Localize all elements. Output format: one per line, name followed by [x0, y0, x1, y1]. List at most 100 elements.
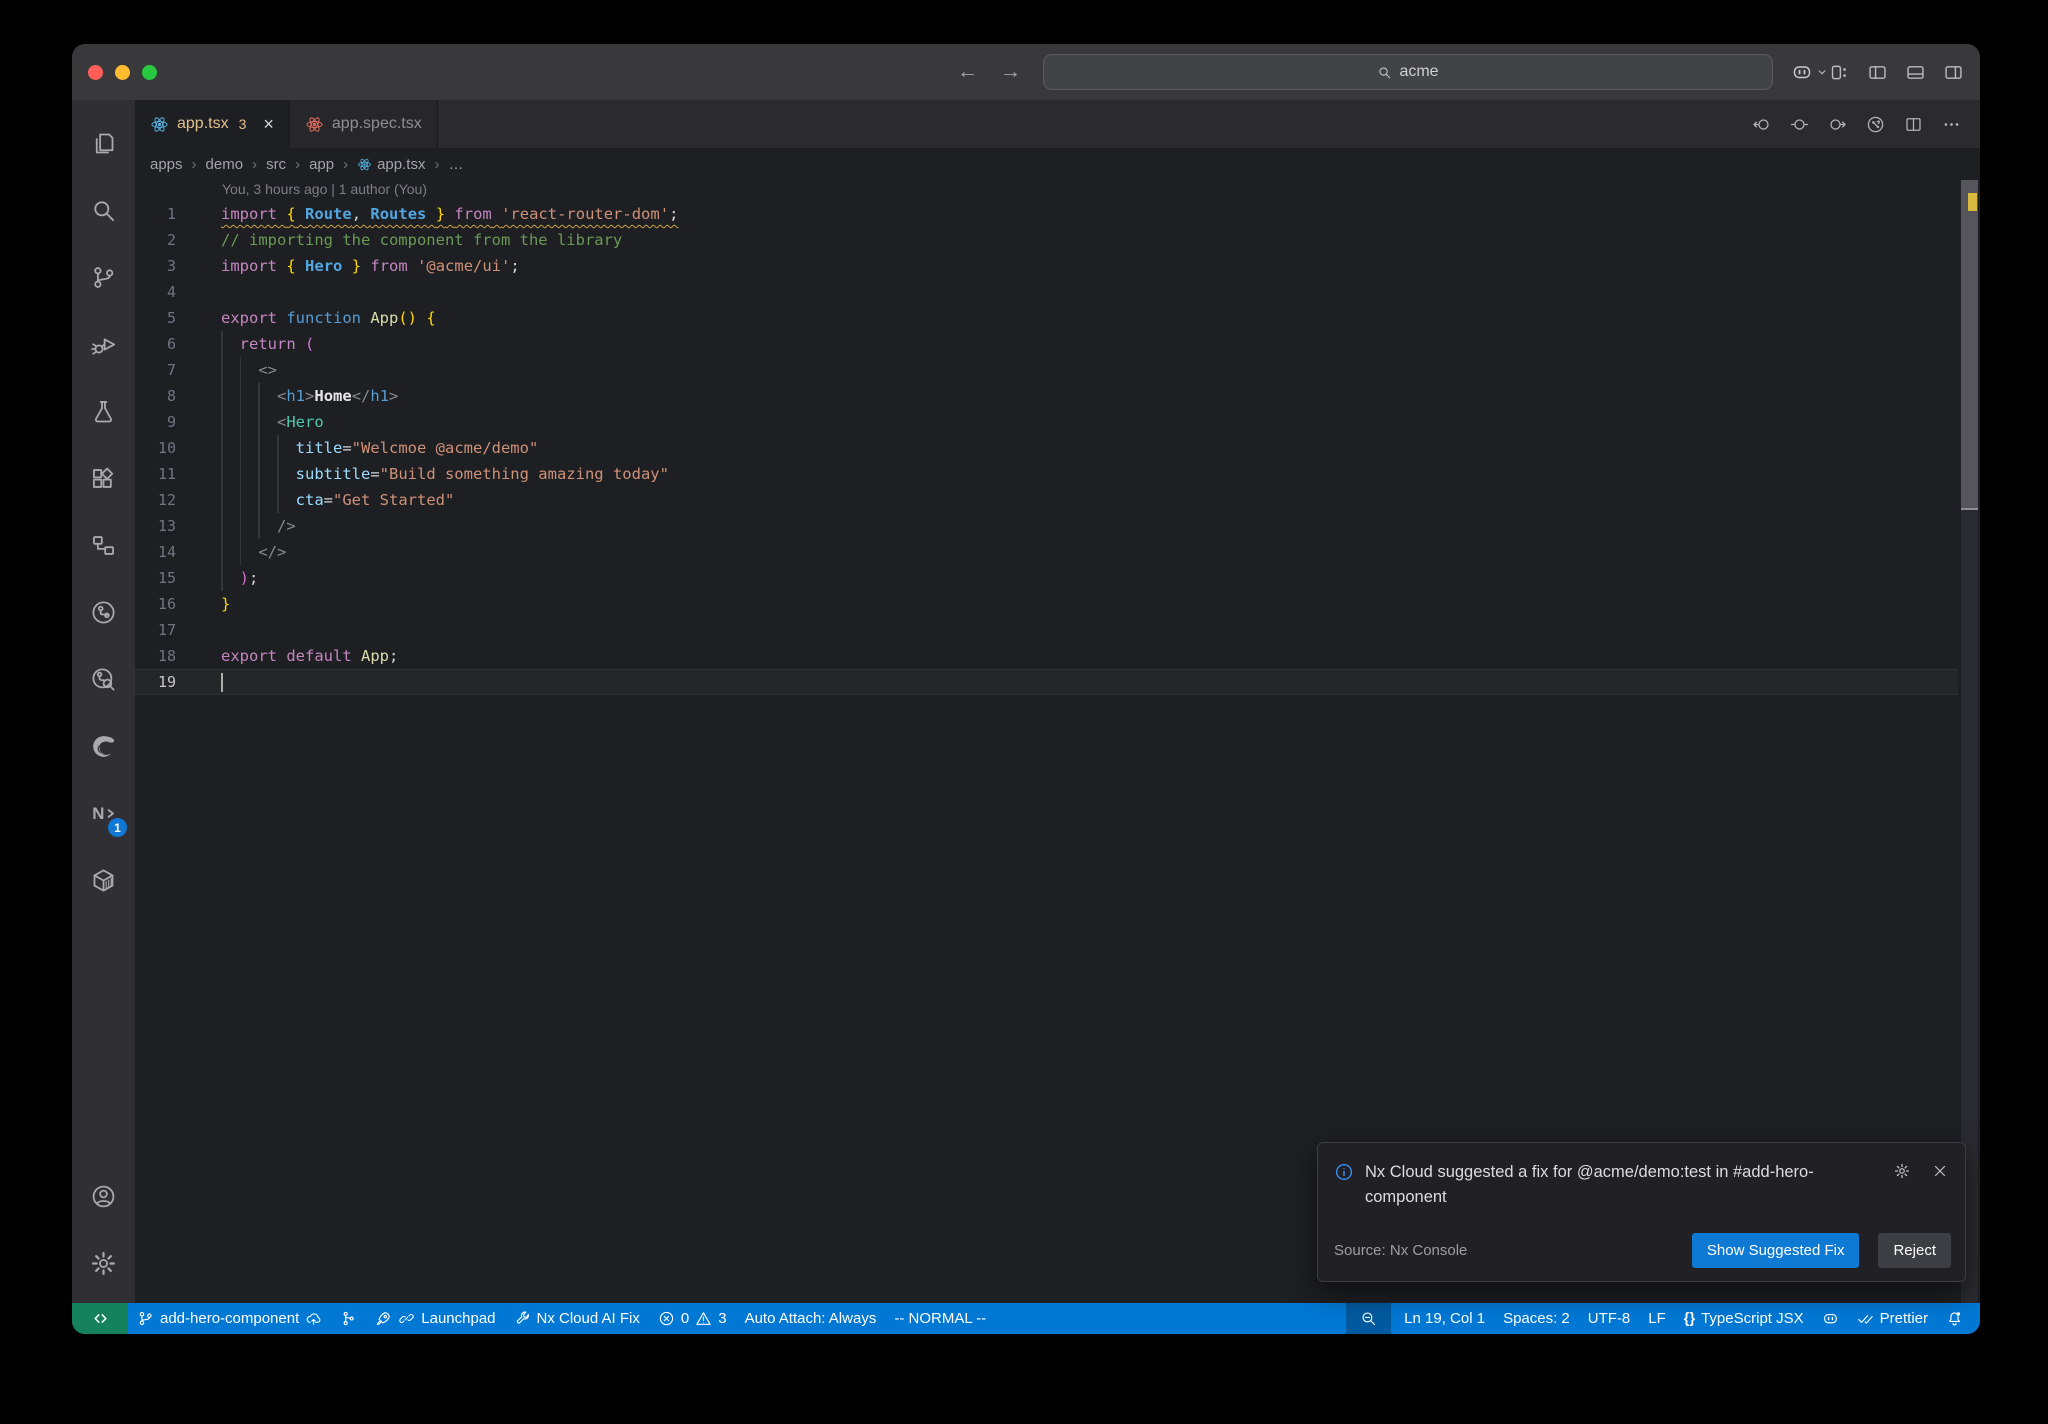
tab-app.spec.tsx[interactable]: app.spec.tsx [289, 100, 438, 148]
commit-graph-circle-icon[interactable] [1866, 115, 1885, 134]
search-icon [1377, 65, 1392, 80]
toggle-secondary-sidebar-icon[interactable] [1943, 62, 1964, 83]
copilot-icon [1791, 61, 1813, 83]
status-label: Nx Cloud AI Fix [536, 1310, 640, 1327]
status-auto-attach[interactable]: Auto Attach: Always [736, 1303, 886, 1334]
tab-close-icon[interactable]: × [263, 114, 274, 135]
run-debug-icon [90, 331, 117, 358]
code-line-11: 11 subtitle="Build something amazing tod… [135, 461, 1958, 487]
sidebar-item-gitlens-inspect[interactable] [72, 646, 135, 713]
activity-bar: 1 [72, 100, 135, 1303]
show-suggested-fix-button[interactable]: Show Suggested Fix [1691, 1233, 1860, 1268]
code-line-content: /> [277, 517, 296, 535]
nav-dot-circle-icon[interactable] [1790, 115, 1809, 134]
copilot-icon [1822, 1310, 1839, 1327]
status-zoom-indicator[interactable] [1346, 1303, 1392, 1334]
notification-close-icon[interactable] [1931, 1162, 1949, 1180]
testing-icon [90, 398, 117, 425]
zoom-button[interactable] [142, 64, 157, 80]
code-line-14: 14 </> [135, 539, 1958, 565]
status-problems[interactable]: 03 [649, 1303, 736, 1334]
sidebar-item-explorer[interactable] [72, 110, 135, 177]
nav-back-arrow[interactable]: ← [957, 60, 978, 84]
sidebar-item-extensions[interactable] [72, 445, 135, 512]
warning-icon [695, 1310, 712, 1327]
scrollbar-thumb[interactable] [1961, 180, 1978, 508]
sidebar-item-run-and-debug[interactable] [72, 311, 135, 378]
notification-settings-gear-icon[interactable] [1893, 1162, 1911, 1180]
split-editor-icon[interactable] [1904, 115, 1923, 134]
files-icon [90, 130, 117, 157]
status-cursor-position[interactable]: Ln 19, Col 1 [1395, 1303, 1494, 1334]
status-language-mode[interactable]: {} TypeScript JSX [1675, 1303, 1813, 1334]
editor-scrollbar[interactable] [1961, 180, 1978, 1303]
close-button[interactable] [88, 64, 103, 80]
line-number: 13 [157, 517, 176, 535]
line-number: 1 [166, 205, 176, 223]
copilot-menu[interactable] [1791, 61, 1829, 83]
status-copilot-status[interactable] [1813, 1303, 1848, 1334]
line-number: 10 [157, 439, 176, 457]
status-label: Launchpad [421, 1310, 496, 1327]
status-label: Ln 19, Col 1 [1404, 1310, 1486, 1327]
code-line-content: } [221, 595, 231, 613]
sidebar-item-source-control[interactable] [72, 244, 135, 311]
toggle-sidebar-icon[interactable] [1867, 62, 1888, 83]
more-actions-icon[interactable] [1942, 115, 1961, 134]
status-indentation[interactable]: Spaces: 2 [1494, 1303, 1579, 1334]
reject-button[interactable]: Reject [1878, 1233, 1951, 1268]
warning-overview-marker [1968, 193, 1977, 211]
status-bar: add-hero-component Launchpad Nx Cloud AI F… [72, 1303, 1980, 1334]
status-eol[interactable]: LF [1639, 1303, 1675, 1334]
nav-forward-arrow[interactable]: → [1000, 60, 1021, 84]
line-number: 4 [166, 283, 176, 301]
line-number: 9 [166, 413, 176, 431]
breadcrumb-separator: › [295, 155, 301, 173]
command-center-search[interactable]: acme [1043, 54, 1773, 90]
status-formatter-prettier[interactable]: Prettier [1848, 1303, 1937, 1334]
remote-indicator[interactable] [72, 1303, 128, 1334]
sidebar-item-gitlens[interactable] [72, 579, 135, 646]
code-line-12: 12 cta="Get Started" [135, 487, 1958, 513]
tab-label: app.tsx [177, 115, 229, 132]
line-number: 14 [157, 543, 176, 561]
wrench-icon [514, 1310, 531, 1327]
breadcrumb-item-app.tsx[interactable]: app.tsx [357, 156, 425, 173]
tab-problems-badge: 3 [238, 116, 247, 132]
sidebar-item-search[interactable] [72, 177, 135, 244]
breadcrumb-item-demo[interactable]: demo [206, 156, 244, 173]
status-label: Auto Attach: Always [744, 1310, 877, 1327]
code-line-16: 16} [135, 591, 1958, 617]
sidebar-item-settings[interactable] [72, 1230, 135, 1297]
code-editor[interactable]: You, 3 hours ago | 1 author (You) 1 impor… [135, 180, 1980, 1303]
breadcrumb-item-apps[interactable]: apps [150, 156, 183, 173]
status-launchpad[interactable]: Launchpad [366, 1303, 504, 1334]
breadcrumb-item-…[interactable]: … [448, 156, 463, 173]
extensions-icon [90, 465, 117, 492]
sidebar-item-accounts[interactable] [72, 1163, 135, 1230]
status-branch-status[interactable]: add-hero-component [128, 1303, 331, 1334]
code-line-content: // importing the component from the libr… [221, 231, 623, 249]
nav-back-circle-icon[interactable] [1752, 115, 1771, 134]
toggle-panel-icon[interactable] [1905, 62, 1926, 83]
status-commit-graph[interactable] [331, 1303, 366, 1334]
link-icon [398, 1310, 415, 1327]
status-encoding[interactable]: UTF-8 [1579, 1303, 1640, 1334]
status-nx-cloud-ai-fix[interactable]: Nx Cloud AI Fix [505, 1303, 649, 1334]
line-number: 8 [166, 387, 176, 405]
sidebar-item-edge-browser[interactable] [72, 713, 135, 780]
accounts-icon [90, 1183, 117, 1210]
status-notifications[interactable] [1937, 1303, 1972, 1334]
sidebar-item-containers[interactable] [72, 847, 135, 914]
tab-app.tsx[interactable]: app.tsx 3 × [135, 100, 290, 148]
remote-icon [92, 1310, 109, 1327]
breadcrumb-item-src[interactable]: src [266, 156, 286, 173]
sidebar-item-testing[interactable] [72, 378, 135, 445]
status-vim-mode[interactable]: -- NORMAL -- [885, 1303, 995, 1334]
customize-layout-icon[interactable] [1829, 62, 1850, 83]
minimize-button[interactable] [115, 64, 130, 80]
breadcrumb-item-app[interactable]: app [309, 156, 334, 173]
sidebar-item-nx-console[interactable]: 1 [72, 780, 135, 847]
nav-forward-circle-icon[interactable] [1828, 115, 1847, 134]
sidebar-item-project-graph[interactable] [72, 512, 135, 579]
